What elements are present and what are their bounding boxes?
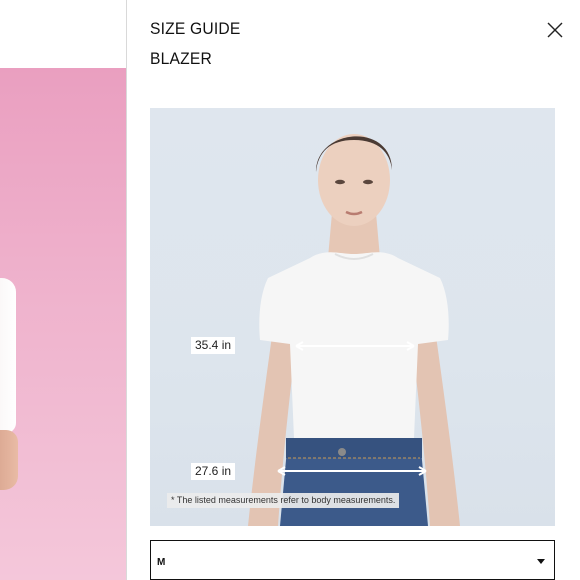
model-hand bbox=[0, 430, 18, 490]
drawer-title: SIZE GUIDE bbox=[150, 19, 241, 38]
waist-measurement-label: 27.6 in bbox=[191, 463, 236, 480]
chest-measurement-label: 35.4 in bbox=[191, 337, 236, 354]
selected-size: M bbox=[157, 557, 166, 568]
size-select[interactable]: M bbox=[150, 540, 555, 580]
product-name: BLAZER bbox=[150, 49, 212, 68]
size-guide-drawer: SIZE GUIDE BLAZER 35.4 in 27.6 in * The … bbox=[126, 0, 580, 580]
model-sleeve bbox=[0, 278, 16, 433]
close-icon bbox=[547, 22, 563, 38]
background-product-page bbox=[0, 0, 126, 580]
caret-down-icon bbox=[537, 559, 545, 564]
measurement-disclaimer: * The listed measurements refer to body … bbox=[167, 493, 400, 508]
product-photo bbox=[0, 68, 126, 580]
size-guide-model-image: 35.4 in 27.6 in * The listed measurement… bbox=[150, 108, 555, 526]
close-button[interactable] bbox=[546, 21, 564, 39]
